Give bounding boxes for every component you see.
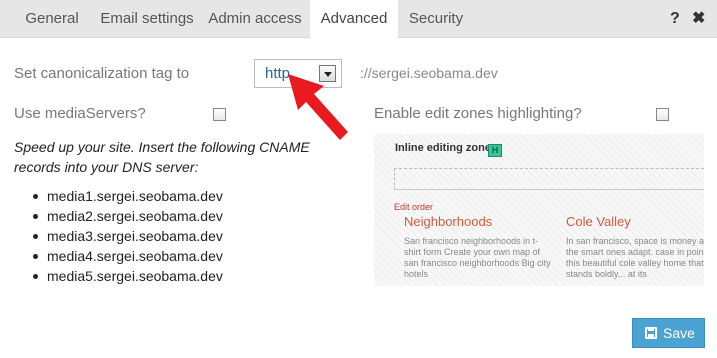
tab-bar: General Email settings Admin access Adva… bbox=[0, 0, 717, 39]
media-servers-label: Use mediaServers? bbox=[14, 105, 146, 122]
domain-suffix: ://sergei.seobama.dev bbox=[360, 65, 498, 81]
tab-advanced[interactable]: Advanced bbox=[310, 0, 398, 39]
tab-email-settings[interactable]: Email settings bbox=[94, 0, 200, 38]
help-icon[interactable]: ? bbox=[670, 9, 680, 29]
preview-col2-title: Cole Valley bbox=[566, 214, 631, 229]
list-item: media4.sergei.seobama.dev bbox=[33, 246, 223, 266]
cname-info-text: Speed up your site. Insert the following… bbox=[14, 139, 310, 175]
media-servers-checkbox[interactable] bbox=[213, 108, 226, 121]
pointer-arrow-icon bbox=[288, 74, 348, 140]
edit-zones-preview-image: Inline editing zone H Edit order Neighbo… bbox=[374, 134, 704, 286]
preview-zone-badge: H bbox=[488, 144, 502, 157]
canonicalization-label: Set canonicalization tag to bbox=[14, 65, 190, 82]
list-item: media1.sergei.seobama.dev bbox=[33, 186, 223, 206]
floppy-disk-icon bbox=[645, 327, 657, 339]
preview-edit-order: Edit order bbox=[394, 202, 434, 212]
preview-zone-label: Inline editing zone bbox=[395, 142, 491, 154]
close-icon[interactable]: ✖ bbox=[692, 9, 705, 29]
tab-security[interactable]: Security bbox=[398, 0, 474, 38]
preview-dashed-zone bbox=[394, 168, 704, 190]
save-button[interactable]: Save bbox=[632, 318, 705, 348]
edit-zones-label: Enable edit zones highlighting? bbox=[374, 105, 582, 122]
list-item: media3.sergei.seobama.dev bbox=[33, 226, 223, 246]
tab-admin-access[interactable]: Admin access bbox=[200, 0, 310, 38]
save-button-label: Save bbox=[663, 325, 695, 341]
tab-general[interactable]: General bbox=[10, 0, 94, 38]
edit-zones-checkbox[interactable] bbox=[656, 108, 669, 121]
preview-col1-text: San francisco neighborhoods in t-shirt f… bbox=[404, 236, 551, 279]
preview-col2-text: In san francisco, space is money and the… bbox=[566, 236, 704, 279]
list-item: media2.sergei.seobama.dev bbox=[33, 206, 223, 226]
preview-col1-title: Neighborhoods bbox=[404, 214, 493, 229]
cname-record-list: media1.sergei.seobama.dev media2.sergei.… bbox=[33, 186, 223, 286]
list-item: media5.sergei.seobama.dev bbox=[33, 266, 223, 286]
